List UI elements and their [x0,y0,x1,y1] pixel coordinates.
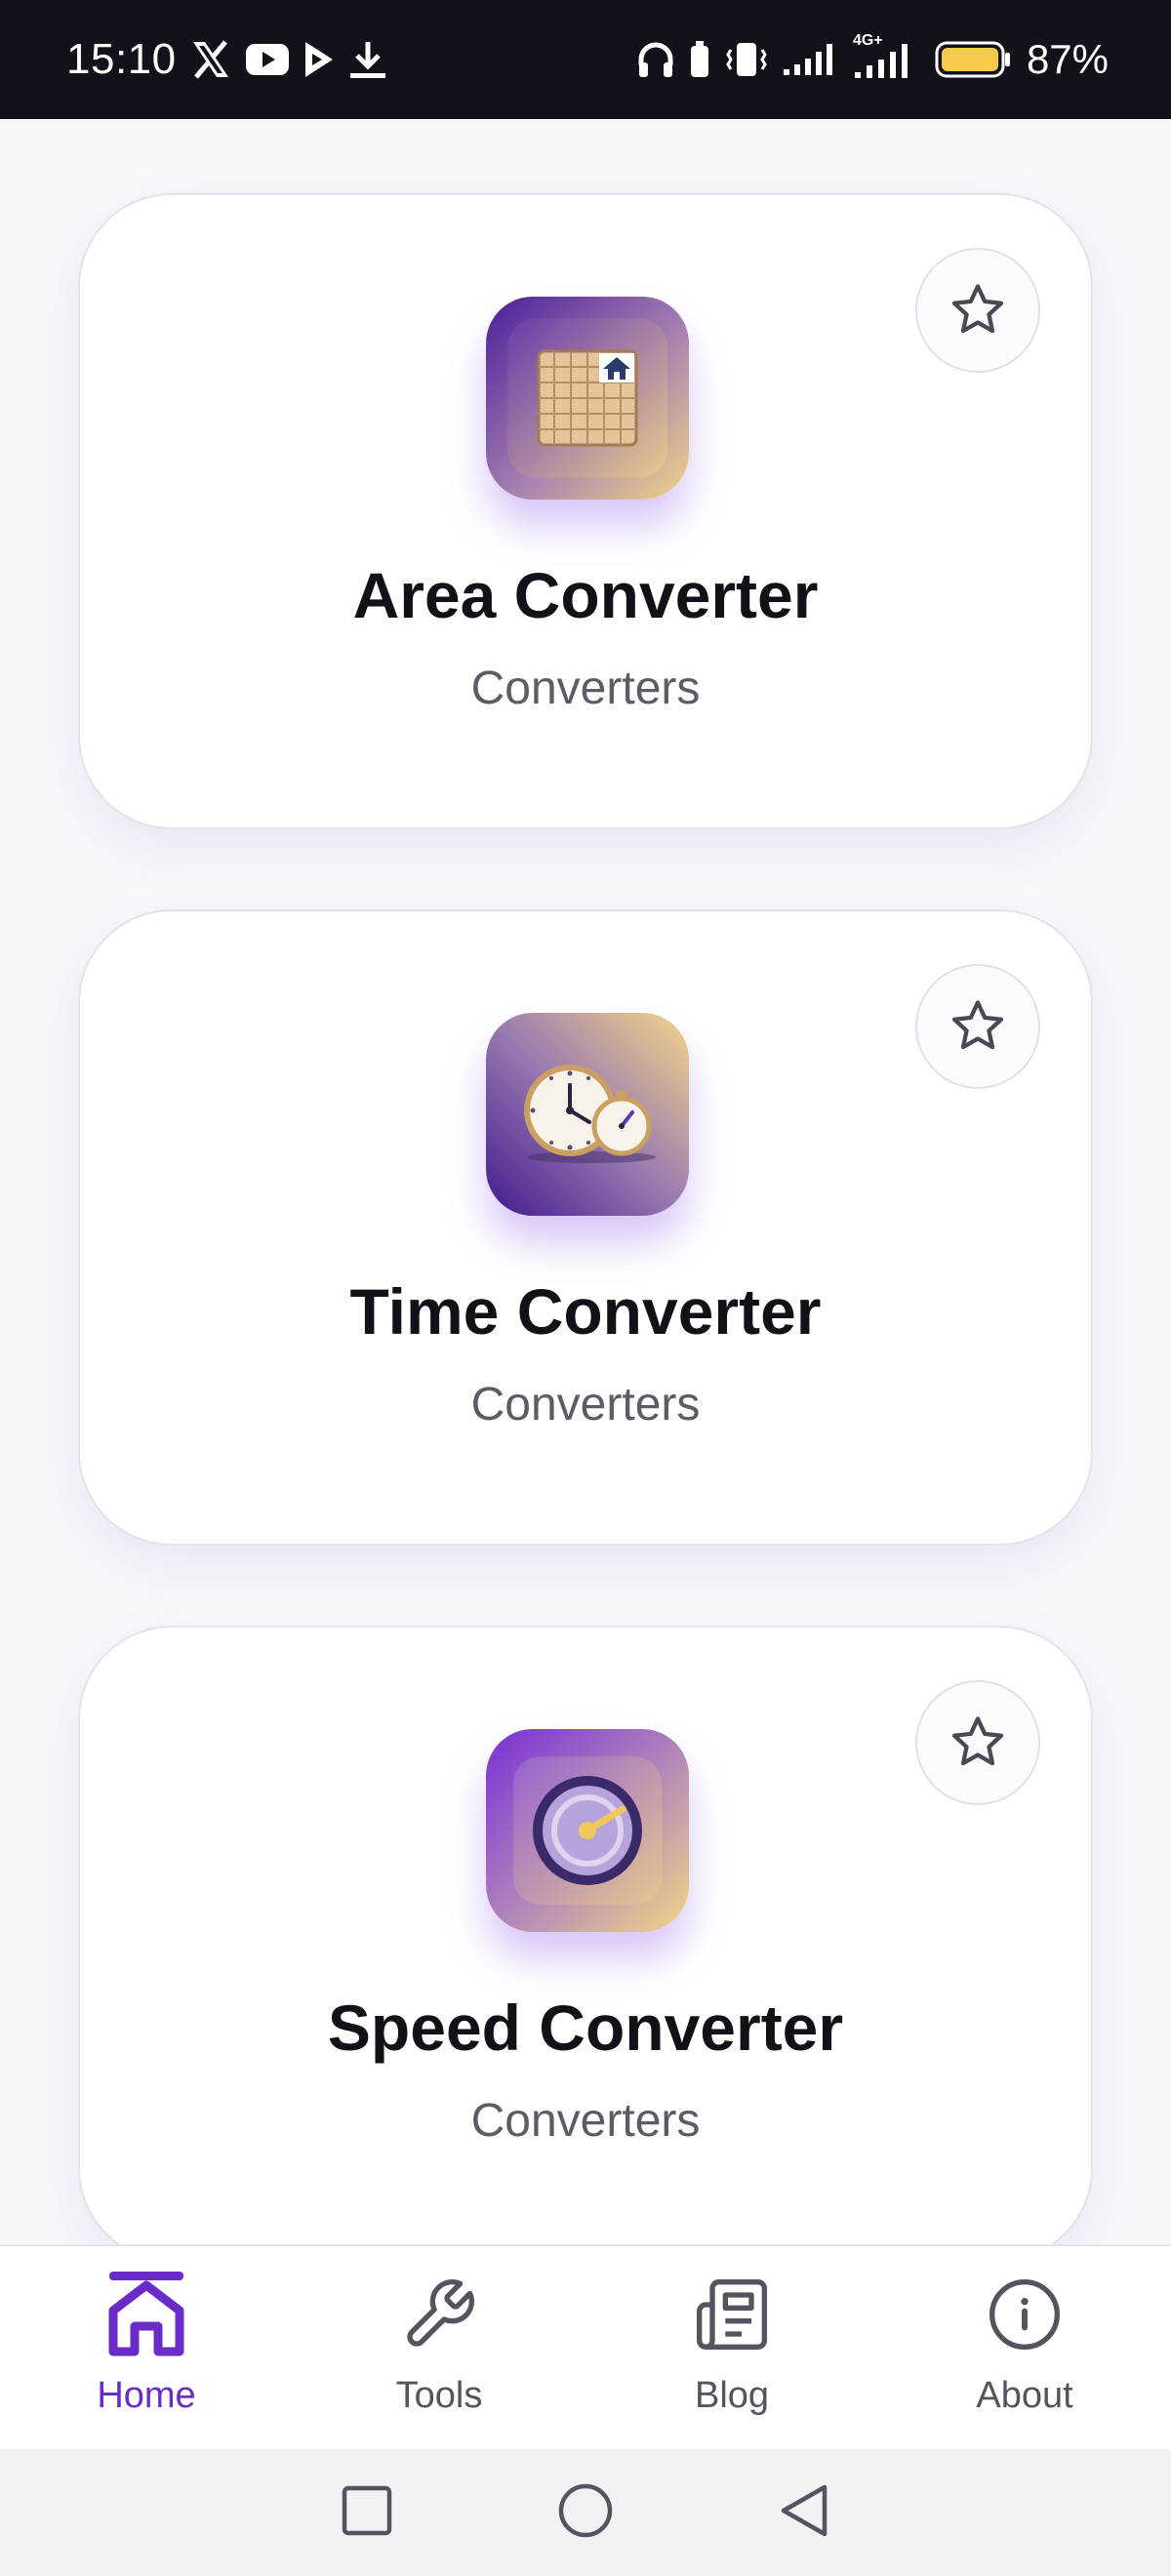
home-icon [100,2268,193,2361]
nav-about[interactable]: About [878,2246,1171,2451]
star-icon [951,284,1004,334]
newspaper-icon [685,2268,779,2361]
favorite-button[interactable] [915,248,1040,373]
recents-square-icon[interactable] [342,2485,392,2541]
area-grid-house-icon [486,297,689,500]
card-category: Converters [470,1379,701,1430]
youtube-icon [245,38,290,81]
signal-icon [783,38,839,81]
nav-about-label: About [976,2375,1073,2416]
headphones-icon [636,38,675,81]
play-store-icon [303,38,335,81]
status-bar-right: 4G+ 87% [636,32,1109,83]
battery-icon [935,38,1013,81]
battery-percent: 87% [1026,36,1109,82]
card-title: Area Converter [352,559,819,631]
home-circle-icon[interactable] [558,2483,613,2543]
nav-home[interactable]: Home [0,2246,293,2451]
info-icon [978,2268,1071,2361]
system-navigation-bar [0,2449,1171,2576]
favorite-button[interactable] [915,964,1040,1089]
signal-4g-icon: 4G+ [853,32,921,81]
nav-blog-label: Blog [694,2375,770,2416]
card-title: Speed Converter [327,1992,844,2064]
speedometer-icon [486,1729,689,1932]
favorite-button[interactable] [915,1680,1040,1805]
x-logo-icon [190,38,231,81]
star-icon [951,1000,1004,1050]
tool-card-area-converter[interactable]: Area Converter Converters [78,193,1093,829]
wrench-icon [392,2268,486,2361]
status-bar: 15:10 4G+ 87% [0,0,1171,119]
battery-saver-icon [689,38,710,81]
download-icon [348,38,387,81]
card-title: Time Converter [349,1275,822,1348]
vibrate-icon [724,38,769,81]
back-triangle-icon[interactable] [779,2483,829,2543]
app-screen: 15:10 4G+ 87% Area Converter Converters … [0,0,1171,2576]
status-bar-left: 15:10 [66,35,387,84]
tool-card-time-converter[interactable]: Time Converter Converters [78,909,1093,1546]
card-category: Converters [470,663,701,714]
nav-tools-label: Tools [395,2375,483,2416]
network-type-label: 4G+ [852,32,883,49]
nav-home-label: Home [97,2375,196,2416]
bottom-navigation: Home Tools Blog About [0,2244,1171,2449]
nav-tools[interactable]: Tools [293,2246,586,2451]
star-icon [951,1716,1004,1766]
nav-blog[interactable]: Blog [586,2246,878,2451]
clock-stopwatch-icon [486,1013,689,1216]
tool-list[interactable]: Area Converter Converters Time Converter… [0,119,1171,2244]
tool-card-speed-converter[interactable]: Speed Converter Converters [78,1626,1093,2244]
card-category: Converters [470,2095,701,2147]
status-time: 15:10 [66,35,177,83]
